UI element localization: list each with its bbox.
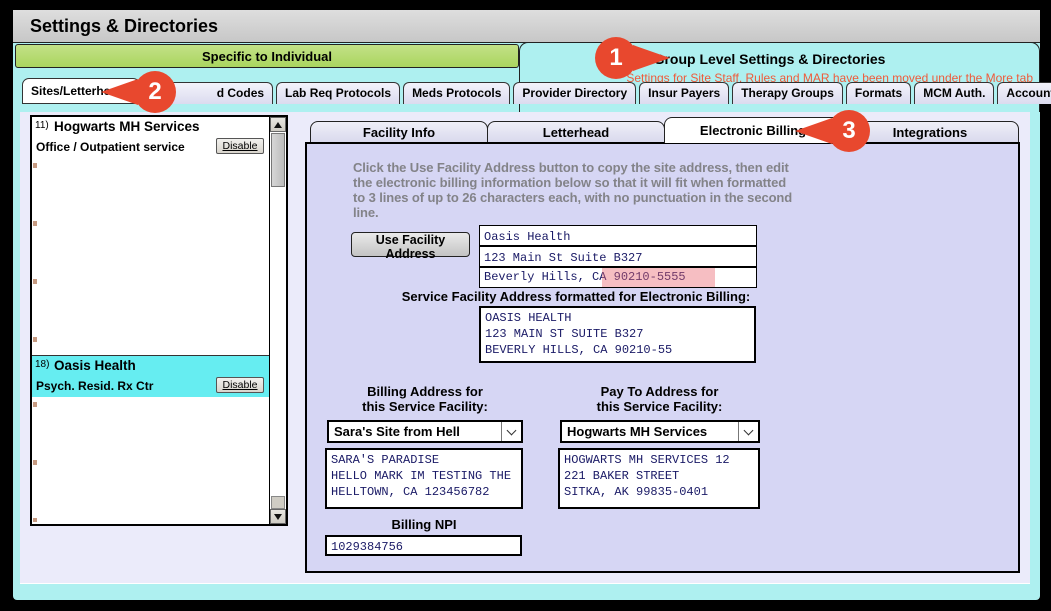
app-window: Settings & Directories Specific to Indiv… xyxy=(13,10,1040,600)
billing-address-label: Billing Address for this Service Facilit… xyxy=(325,384,525,414)
tab-specific-to-individual-label: Specific to Individual xyxy=(202,49,332,64)
callout-number: 1 xyxy=(595,37,637,79)
scroll-down-button[interactable] xyxy=(270,509,286,524)
electronic-billing-panel: Click the Use Facility Address button to… xyxy=(305,142,1020,573)
settings-nav-tabs: Sites/Letterheads d Codes Lab Req Protoc… xyxy=(22,80,1051,104)
site-type: Psych. Resid. Rx Ctr xyxy=(36,379,153,393)
site-name: Hogwarts MH Services xyxy=(54,119,200,134)
billing-city-state-zip-input[interactable]: Beverly Hills, CA 90210-5555 xyxy=(479,267,757,288)
callout-badge-1: 1 xyxy=(595,37,637,79)
callout-tail-icon xyxy=(795,118,832,144)
nav-tab-meds-protocols[interactable]: Meds Protocols xyxy=(403,82,510,104)
nav-tab-provider-directory[interactable]: Provider Directory xyxy=(513,82,636,104)
dropdown-button[interactable] xyxy=(501,422,521,441)
pay-to-address-textarea[interactable]: HOGWARTS MH SERVICES 12 221 BAKER STREET… xyxy=(558,448,760,509)
row-tick-marks xyxy=(33,402,37,522)
scroll-up-button[interactable] xyxy=(270,117,286,132)
callout-badge-2: 2 xyxy=(134,71,176,113)
nav-tab-mcm-auth[interactable]: MCM Auth. xyxy=(914,82,994,104)
nav-tab-lab-req-protocols[interactable]: Lab Req Protocols xyxy=(276,82,400,104)
disable-site-button[interactable]: Disable xyxy=(216,377,264,393)
nav-tab-therapy-groups[interactable]: Therapy Groups xyxy=(732,82,843,104)
nav-tab-formats[interactable]: Formats xyxy=(846,82,911,104)
pay-to-address-dropdown[interactable]: Hogwarts MH Services xyxy=(560,420,760,443)
disable-site-button[interactable]: Disable xyxy=(216,138,264,154)
title-bar: Settings & Directories xyxy=(13,10,1040,43)
site-name: Oasis Health xyxy=(54,358,136,373)
billing-npi-input[interactable] xyxy=(325,535,522,556)
site-number: 18) xyxy=(35,359,49,370)
sites-list: 11) Hogwarts MH Services Office / Outpat… xyxy=(30,115,288,526)
site-list-item-hogwarts[interactable]: 11) Hogwarts MH Services Office / Outpat… xyxy=(32,117,286,158)
billing-instructions: Click the Use Facility Address button to… xyxy=(353,160,798,220)
pay-to-address-selected: Hogwarts MH Services xyxy=(562,424,738,439)
row-tick-marks xyxy=(33,163,37,353)
page-title: Settings & Directories xyxy=(30,16,218,37)
nav-tab-accounts[interactable]: Accounts xyxy=(997,82,1051,104)
callout-badge-3: 3 xyxy=(828,110,870,152)
formatted-address-label: Service Facility Address formatted for E… xyxy=(387,289,765,304)
billing-npi-label: Billing NPI xyxy=(325,517,523,532)
site-list-item-oasis-selected[interactable]: 18) Oasis Health Psych. Resid. Rx Ctr Di… xyxy=(32,355,286,397)
formatted-address-textarea[interactable]: OASIS HEALTH 123 MAIN ST SUITE B327 BEVE… xyxy=(479,306,756,363)
site-item-body xyxy=(32,158,286,355)
arrow-down-icon xyxy=(274,514,282,520)
site-item-body xyxy=(32,397,286,524)
nav-tab-insur-payers[interactable]: Insur Payers xyxy=(639,82,729,104)
arrow-up-icon xyxy=(274,122,282,128)
sites-scrollbar[interactable] xyxy=(269,117,286,524)
tab-letterhead[interactable]: Letterhead xyxy=(487,121,665,143)
city-state-zip-text: Beverly Hills, CA 90210-5555 xyxy=(484,270,686,284)
scrollbar-track[interactable] xyxy=(270,188,286,496)
site-type: Office / Outpatient service xyxy=(36,140,185,154)
callout-number: 2 xyxy=(134,71,176,113)
callout-tail-icon xyxy=(633,45,670,71)
chevron-down-icon xyxy=(507,425,517,435)
billing-street-input[interactable] xyxy=(479,246,757,267)
callout-tail-icon xyxy=(101,79,138,105)
billing-address-textarea[interactable]: SARA'S PARADISE HELLO MARK IM TESTING TH… xyxy=(325,448,523,509)
tab-facility-info[interactable]: Facility Info xyxy=(310,121,488,143)
billing-name-input[interactable] xyxy=(479,225,757,246)
pay-to-address-label: Pay To Address for this Service Facility… xyxy=(557,384,762,414)
billing-address-dropdown[interactable]: Sara's Site from Hell xyxy=(327,420,523,443)
site-number: 11) xyxy=(35,120,49,131)
dropdown-button[interactable] xyxy=(738,422,758,441)
scrollbar-thumb[interactable] xyxy=(271,133,285,187)
scrollbar-end-block xyxy=(271,496,285,509)
tab-specific-to-individual[interactable]: Specific to Individual xyxy=(15,44,519,68)
billing-address-selected: Sara's Site from Hell xyxy=(329,424,501,439)
chevron-down-icon xyxy=(744,425,754,435)
use-facility-address-button[interactable]: Use Facility Address xyxy=(351,232,470,257)
facility-detail-tabs: Facility Info Letterhead Electronic Bill… xyxy=(310,117,1018,143)
callout-number: 3 xyxy=(828,110,870,152)
